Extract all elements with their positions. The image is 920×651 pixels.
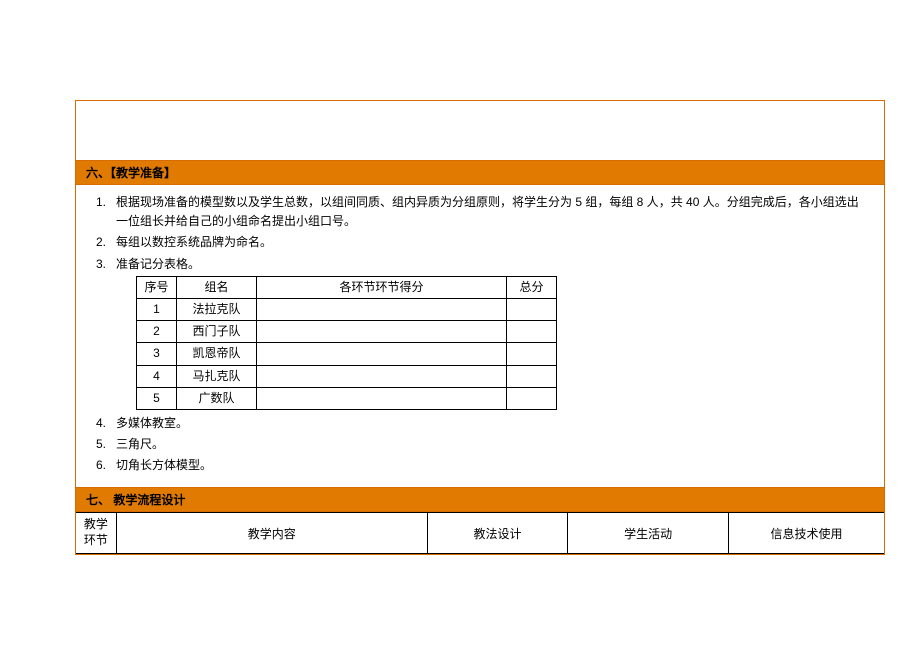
score-cell-score	[257, 321, 507, 343]
score-cell-name: 西门子队	[177, 321, 257, 343]
flow-col-activity: 学生活动	[568, 513, 729, 553]
score-cell-no: 5	[137, 387, 177, 409]
document-frame: 六、【教学准备】 1. 根据现场准备的模型数以及学生总数，以组间同质、组内异质为…	[75, 100, 885, 555]
score-cell-name: 法拉克队	[177, 298, 257, 320]
table-row: 1 法拉克队	[137, 298, 557, 320]
score-header-score: 各环节环节得分	[257, 276, 507, 298]
flow-col-tech: 信息技术使用	[728, 513, 884, 553]
score-cell-total	[507, 387, 557, 409]
table-header-row: 序号 组名 各环节环节得分 总分	[137, 276, 557, 298]
table-row: 5 广数队	[137, 387, 557, 409]
flow-col-method: 教法设计	[427, 513, 568, 553]
score-cell-no: 2	[137, 321, 177, 343]
score-cell-total	[507, 298, 557, 320]
score-header-no: 序号	[137, 276, 177, 298]
table-row: 2 西门子队	[137, 321, 557, 343]
list-text: 三角尺。	[116, 435, 864, 454]
score-cell-no: 1	[137, 298, 177, 320]
section-6-header: 六、【教学准备】	[76, 161, 884, 185]
section-7-header: 七、 教学流程设计	[76, 487, 884, 512]
flow-table: 教学环节 教学内容 教法设计 学生活动 信息技术使用	[76, 512, 884, 553]
score-cell-total	[507, 321, 557, 343]
list-text: 准备记分表格。	[116, 255, 864, 274]
score-cell-total	[507, 343, 557, 365]
score-cell-name: 广数队	[177, 387, 257, 409]
score-cell-total	[507, 365, 557, 387]
section-6-content: 1. 根据现场准备的模型数以及学生总数，以组间同质、组内异质为分组原则，将学生分…	[76, 185, 884, 487]
list-item: 1. 根据现场准备的模型数以及学生总数，以组间同质、组内异质为分组原则，将学生分…	[96, 193, 864, 231]
top-empty-row	[76, 101, 884, 161]
list-item: 5. 三角尺。	[96, 435, 864, 454]
table-row: 4 马扎克队	[137, 365, 557, 387]
flow-header-row: 教学环节 教学内容 教法设计 学生活动 信息技术使用	[76, 513, 884, 553]
list-text: 切角长方体模型。	[116, 456, 864, 475]
list-num: 2.	[96, 233, 116, 252]
flow-col-stage: 教学环节	[76, 513, 116, 553]
flow-col-content: 教学内容	[116, 513, 427, 553]
list-num: 1.	[96, 193, 116, 231]
score-cell-score	[257, 387, 507, 409]
list-num: 4.	[96, 414, 116, 433]
list-num: 3.	[96, 255, 116, 274]
list-item: 6. 切角长方体模型。	[96, 456, 864, 475]
list-text: 多媒体教室。	[116, 414, 864, 433]
score-cell-no: 3	[137, 343, 177, 365]
list-item: 2. 每组以数控系统品牌为命名。	[96, 233, 864, 252]
score-table: 序号 组名 各环节环节得分 总分 1 法拉克队 2 西门子队 3 凯恩帝队	[136, 276, 557, 410]
score-cell-score	[257, 365, 507, 387]
list-text: 根据现场准备的模型数以及学生总数，以组间同质、组内异质为分组原则，将学生分为 5…	[116, 193, 864, 231]
table-row: 3 凯恩帝队	[137, 343, 557, 365]
score-header-name: 组名	[177, 276, 257, 298]
score-cell-name: 马扎克队	[177, 365, 257, 387]
list-num: 5.	[96, 435, 116, 454]
list-num: 6.	[96, 456, 116, 475]
score-cell-score	[257, 343, 507, 365]
score-cell-score	[257, 298, 507, 320]
list-text: 每组以数控系统品牌为命名。	[116, 233, 864, 252]
score-cell-no: 4	[137, 365, 177, 387]
score-cell-name: 凯恩帝队	[177, 343, 257, 365]
list-item: 3. 准备记分表格。	[96, 255, 864, 274]
list-item: 4. 多媒体教室。	[96, 414, 864, 433]
score-header-total: 总分	[507, 276, 557, 298]
